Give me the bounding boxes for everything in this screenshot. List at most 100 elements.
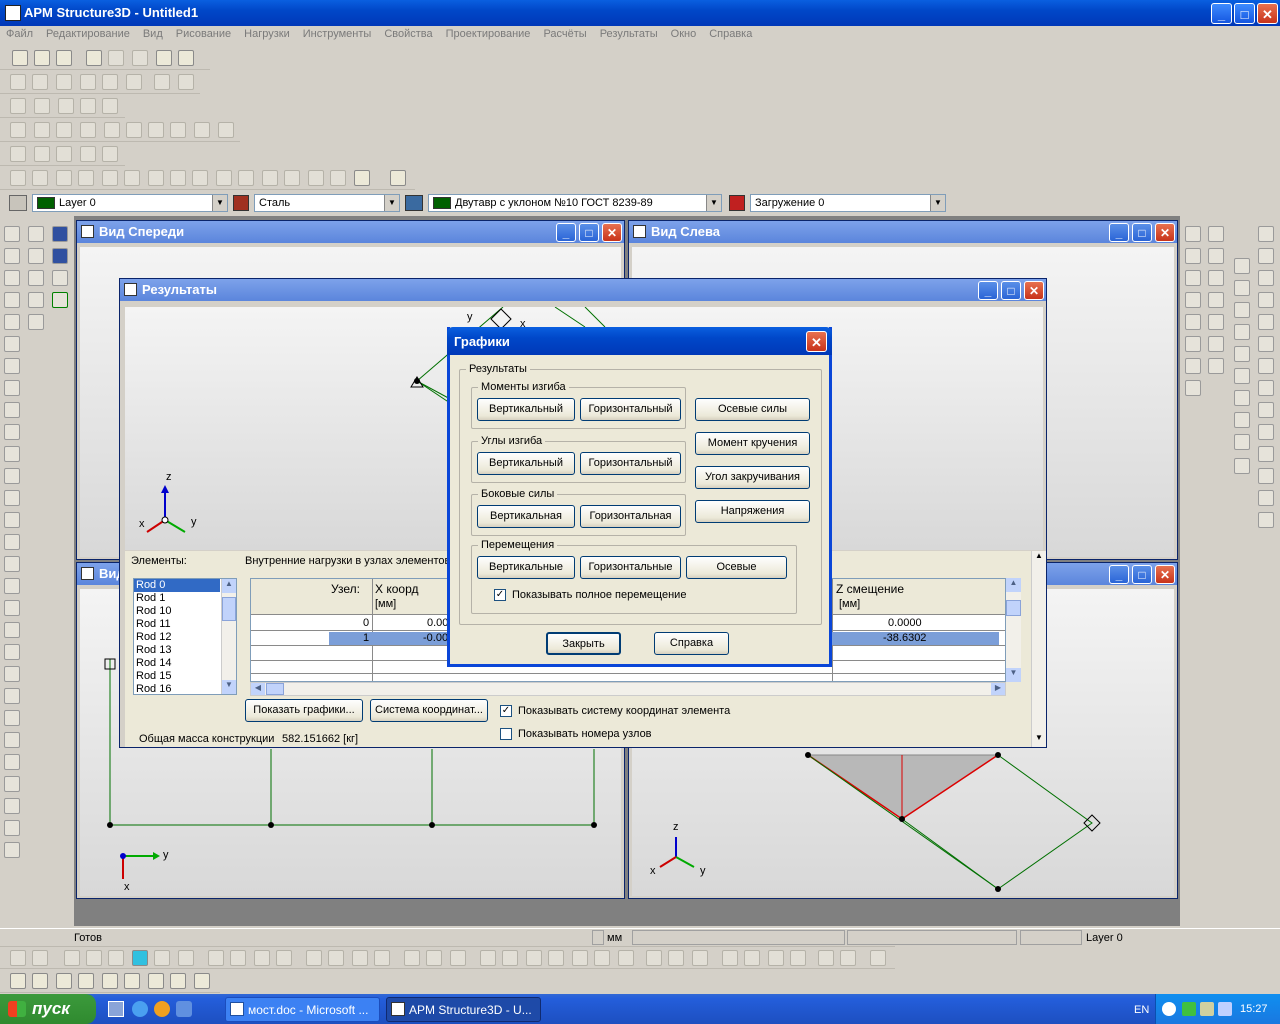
menu-design[interactable]: Проектирование bbox=[446, 28, 531, 40]
new-file-icon[interactable] bbox=[12, 50, 28, 66]
tool-icon[interactable] bbox=[4, 622, 20, 638]
close-button[interactable]: ✕ bbox=[1257, 3, 1278, 24]
load10-icon[interactable] bbox=[308, 170, 324, 186]
menu-view[interactable]: Вид bbox=[143, 28, 163, 40]
material-select[interactable]: Сталь ▼ bbox=[254, 194, 400, 212]
tool-icon[interactable] bbox=[4, 424, 20, 440]
tool-icon[interactable] bbox=[4, 270, 20, 286]
tool-icon[interactable] bbox=[4, 292, 20, 308]
tool-icon[interactable] bbox=[4, 556, 20, 572]
tool-icon[interactable] bbox=[170, 973, 186, 989]
view-top-icon[interactable] bbox=[56, 122, 72, 138]
tool-icon[interactable] bbox=[1185, 314, 1201, 330]
layer-select[interactable]: Layer 0 ▼ bbox=[32, 194, 228, 212]
torque-button[interactable]: Момент кручения bbox=[695, 432, 810, 455]
tool-icon[interactable] bbox=[1234, 258, 1250, 274]
tool-icon[interactable] bbox=[4, 402, 20, 418]
tool-icon[interactable] bbox=[4, 578, 20, 594]
tool-icon[interactable] bbox=[1185, 226, 1201, 242]
move-icon[interactable] bbox=[34, 146, 50, 162]
chevron-down-icon[interactable]: ▼ bbox=[384, 195, 399, 211]
save-icon[interactable] bbox=[56, 50, 72, 66]
tool-icon[interactable] bbox=[1234, 368, 1250, 384]
tool-icon[interactable] bbox=[1234, 412, 1250, 428]
tool-icon[interactable] bbox=[10, 973, 26, 989]
scroll-thumb[interactable] bbox=[222, 597, 236, 621]
tool-icon[interactable] bbox=[594, 950, 610, 966]
list-item-selected[interactable]: Rod 0 bbox=[134, 579, 220, 592]
load6-icon[interactable] bbox=[216, 170, 232, 186]
minimize-button[interactable]: _ bbox=[1109, 565, 1129, 584]
tool-icon[interactable] bbox=[1258, 248, 1274, 264]
tool-icon[interactable] bbox=[374, 950, 390, 966]
tool-icon[interactable] bbox=[10, 950, 26, 966]
disp-axial-button[interactable]: Осевые bbox=[686, 556, 787, 579]
tool-icon[interactable] bbox=[1208, 248, 1224, 264]
media-icon[interactable] bbox=[154, 1001, 170, 1017]
taskbar-item-apm[interactable]: APM Structure3D - U... bbox=[386, 997, 541, 1022]
tool-icon[interactable] bbox=[1185, 380, 1201, 396]
tool-icon[interactable] bbox=[790, 950, 806, 966]
mesh2-icon[interactable] bbox=[52, 248, 68, 264]
mirror-icon[interactable] bbox=[80, 146, 96, 162]
elements-listbox[interactable]: Rod 0 Rod 1 Rod 10 Rod 11 Rod 12 Rod 13 … bbox=[133, 578, 237, 695]
tool-icon[interactable] bbox=[426, 950, 442, 966]
zoom-all-icon[interactable] bbox=[194, 122, 210, 138]
load11-icon[interactable] bbox=[330, 170, 346, 186]
list-scrollbar[interactable]: ▲ ▼ bbox=[221, 579, 236, 694]
tool-icon[interactable] bbox=[4, 336, 20, 352]
tool-icon[interactable] bbox=[1258, 270, 1274, 286]
maximize-button[interactable]: □ bbox=[1132, 223, 1152, 242]
scale-icon[interactable] bbox=[102, 146, 118, 162]
chart-icon[interactable] bbox=[390, 170, 406, 186]
tool-icon[interactable] bbox=[1185, 270, 1201, 286]
tool-icon[interactable] bbox=[404, 950, 420, 966]
grid-vscroll[interactable]: ▲ ▼ bbox=[1006, 578, 1021, 682]
minimize-button[interactable]: _ bbox=[1211, 3, 1232, 24]
chevron-down-icon[interactable]: ▼ bbox=[212, 195, 227, 211]
redo-icon[interactable] bbox=[178, 50, 194, 66]
zoom-window-icon[interactable] bbox=[170, 122, 186, 138]
maximize-button[interactable]: □ bbox=[1234, 3, 1255, 24]
tool-icon[interactable] bbox=[1258, 358, 1274, 374]
maximize-button[interactable]: □ bbox=[579, 223, 599, 242]
ortho-icon[interactable] bbox=[154, 74, 170, 90]
tool-icon[interactable] bbox=[692, 950, 708, 966]
rotate-icon[interactable] bbox=[218, 122, 234, 138]
tool-icon[interactable] bbox=[4, 688, 20, 704]
tool-icon[interactable] bbox=[194, 973, 210, 989]
menu-help[interactable]: Справка bbox=[709, 28, 752, 40]
tool-icon[interactable] bbox=[254, 950, 270, 966]
tool-icon[interactable] bbox=[78, 973, 94, 989]
close-button[interactable]: ✕ bbox=[806, 331, 827, 352]
grid-hscroll[interactable]: ◀ ▶ bbox=[250, 682, 1006, 696]
dialog-help-button[interactable]: Справка bbox=[654, 632, 729, 655]
menu-loads[interactable]: Нагрузки bbox=[244, 28, 290, 40]
tool-icon[interactable] bbox=[4, 732, 20, 748]
tool-icon[interactable] bbox=[64, 950, 80, 966]
moment-icon[interactable] bbox=[32, 170, 48, 186]
scroll-up-icon[interactable]: ▲ bbox=[1032, 551, 1046, 565]
view-iso-icon[interactable] bbox=[80, 122, 96, 138]
tool-icon[interactable] bbox=[1258, 490, 1274, 506]
menu-edit[interactable]: Редактирование bbox=[46, 28, 130, 40]
load8-icon[interactable] bbox=[262, 170, 278, 186]
tool-icon[interactable] bbox=[1258, 336, 1274, 352]
tool-icon[interactable] bbox=[4, 842, 20, 858]
tool-icon[interactable] bbox=[744, 950, 760, 966]
menu-results[interactable]: Результаты bbox=[600, 28, 658, 40]
draw-node-icon[interactable] bbox=[10, 98, 26, 114]
tool-icon[interactable] bbox=[1208, 270, 1224, 286]
tool-icon[interactable] bbox=[1258, 402, 1274, 418]
stress-button[interactable]: Напряжения bbox=[695, 500, 810, 523]
tool-icon[interactable] bbox=[306, 950, 322, 966]
draw-plate-icon[interactable] bbox=[58, 98, 74, 114]
coord-system-button[interactable]: Система координат... bbox=[370, 699, 488, 722]
paste-icon[interactable] bbox=[132, 50, 148, 66]
tool-icon[interactable] bbox=[28, 226, 44, 242]
tool-icon[interactable] bbox=[208, 950, 224, 966]
tool-icon[interactable] bbox=[154, 950, 170, 966]
tool-icon[interactable] bbox=[1258, 380, 1274, 396]
tool-icon[interactable] bbox=[4, 600, 20, 616]
zoom-in-icon[interactable] bbox=[104, 122, 120, 138]
